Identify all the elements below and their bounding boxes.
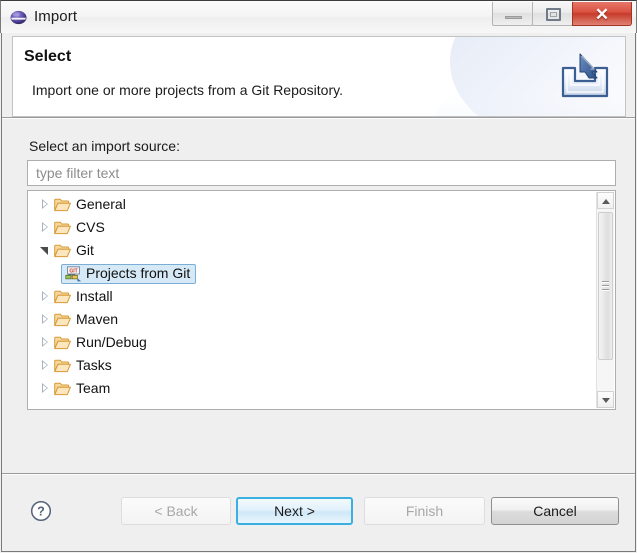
dialog-body: Select Import one or more projects from … (1, 33, 636, 552)
scrollbar-thumb[interactable] (598, 212, 613, 360)
import-source-tree[interactable]: General CVS Git GIT Projects from Git In… (27, 190, 616, 410)
selected-tree-item[interactable]: GIT Projects from Git (61, 263, 197, 284)
tree-item-tasks[interactable]: Tasks (28, 354, 596, 377)
footer-separator-highlight (2, 474, 635, 475)
folder-icon (54, 221, 71, 235)
collapse-arrow-icon[interactable] (40, 199, 51, 210)
help-button[interactable]: ? (30, 500, 52, 522)
eclipse-sphere-icon (10, 9, 27, 26)
next-button-label: Next > (274, 503, 315, 519)
tree-item-label: General (76, 196, 126, 212)
expand-arrow-icon[interactable] (40, 245, 51, 256)
import-dialog-window: Import ✕ Select Import one or more proje… (0, 0, 637, 553)
page-title: Select (24, 48, 72, 65)
scroll-up-icon (602, 199, 610, 204)
tree-item-label: Team (76, 380, 111, 396)
scroll-down-button[interactable] (597, 391, 614, 408)
window-controls: ✕ (492, 2, 632, 28)
folder-icon (54, 382, 71, 396)
tree-item-team[interactable]: Team (28, 377, 596, 400)
tree-item-projects-from-git[interactable]: GIT Projects from Git (28, 262, 596, 285)
tree-item-general[interactable]: General (28, 193, 596, 216)
finish-button[interactable]: Finish (364, 497, 485, 525)
import-source-label: Select an import source: (29, 138, 180, 154)
back-button[interactable]: < Back (121, 497, 231, 525)
restore-icon (546, 8, 561, 21)
page-description: Import one or more projects from a Git R… (32, 82, 343, 98)
scroll-up-button[interactable] (597, 192, 614, 209)
collapse-arrow-icon[interactable] (40, 337, 51, 348)
tree-list: General CVS Git GIT Projects from Git In… (28, 193, 596, 400)
finish-button-label: Finish (405, 503, 444, 519)
maximize-button[interactable] (532, 2, 573, 26)
tree-item-maven[interactable]: Maven (28, 308, 596, 331)
folder-icon (54, 244, 71, 258)
tree-item-label: Tasks (76, 357, 112, 373)
title-bar[interactable]: Import ✕ (0, 0, 637, 33)
collapse-arrow-icon[interactable] (40, 360, 51, 371)
cancel-button[interactable]: Cancel (491, 497, 619, 525)
window-title: Import (34, 8, 78, 25)
filter-input[interactable]: type filter text (27, 160, 616, 186)
import-wizard-icon (556, 48, 614, 102)
tree-vertical-scrollbar[interactable] (596, 192, 614, 408)
folder-icon (54, 313, 71, 327)
close-button[interactable]: ✕ (572, 2, 632, 26)
svg-text:GIT: GIT (69, 268, 77, 274)
tree-item-cvs[interactable]: CVS (28, 216, 596, 239)
header-separator-highlight (2, 118, 635, 119)
tree-item-label: Maven (76, 311, 119, 327)
collapse-arrow-icon[interactable] (40, 222, 51, 233)
collapse-arrow-icon[interactable] (40, 383, 51, 394)
folder-icon (54, 198, 71, 212)
collapse-arrow-icon[interactable] (40, 291, 51, 302)
scroll-down-icon (602, 398, 610, 403)
folder-icon (54, 359, 71, 373)
wizard-header: Select Import one or more projects from … (12, 36, 626, 117)
tree-item-label: Install (76, 288, 113, 304)
minimize-icon (505, 16, 522, 19)
tree-item-label: CVS (76, 219, 105, 235)
svg-text:?: ? (37, 505, 45, 519)
minimize-button[interactable] (492, 2, 533, 26)
tree-item-run-debug[interactable]: Run/Debug (28, 331, 596, 354)
git-repository-icon: GIT (65, 265, 82, 282)
back-button-label: < Back (154, 503, 198, 519)
tree-item-label: Git (76, 242, 94, 258)
folder-icon (54, 290, 71, 304)
tree-item-install[interactable]: Install (28, 285, 596, 308)
next-button[interactable]: Next > (236, 497, 353, 525)
scrollbar-grip-icon (602, 281, 609, 291)
close-icon: ✕ (594, 4, 610, 24)
cancel-button-label: Cancel (533, 503, 577, 519)
folder-icon (54, 336, 71, 350)
tree-item-git[interactable]: Git (28, 239, 596, 262)
collapse-arrow-icon[interactable] (40, 314, 51, 325)
tree-item-label: Projects from Git (86, 265, 191, 281)
tree-item-label: Run/Debug (76, 334, 147, 350)
filter-placeholder: type filter text (36, 165, 120, 181)
